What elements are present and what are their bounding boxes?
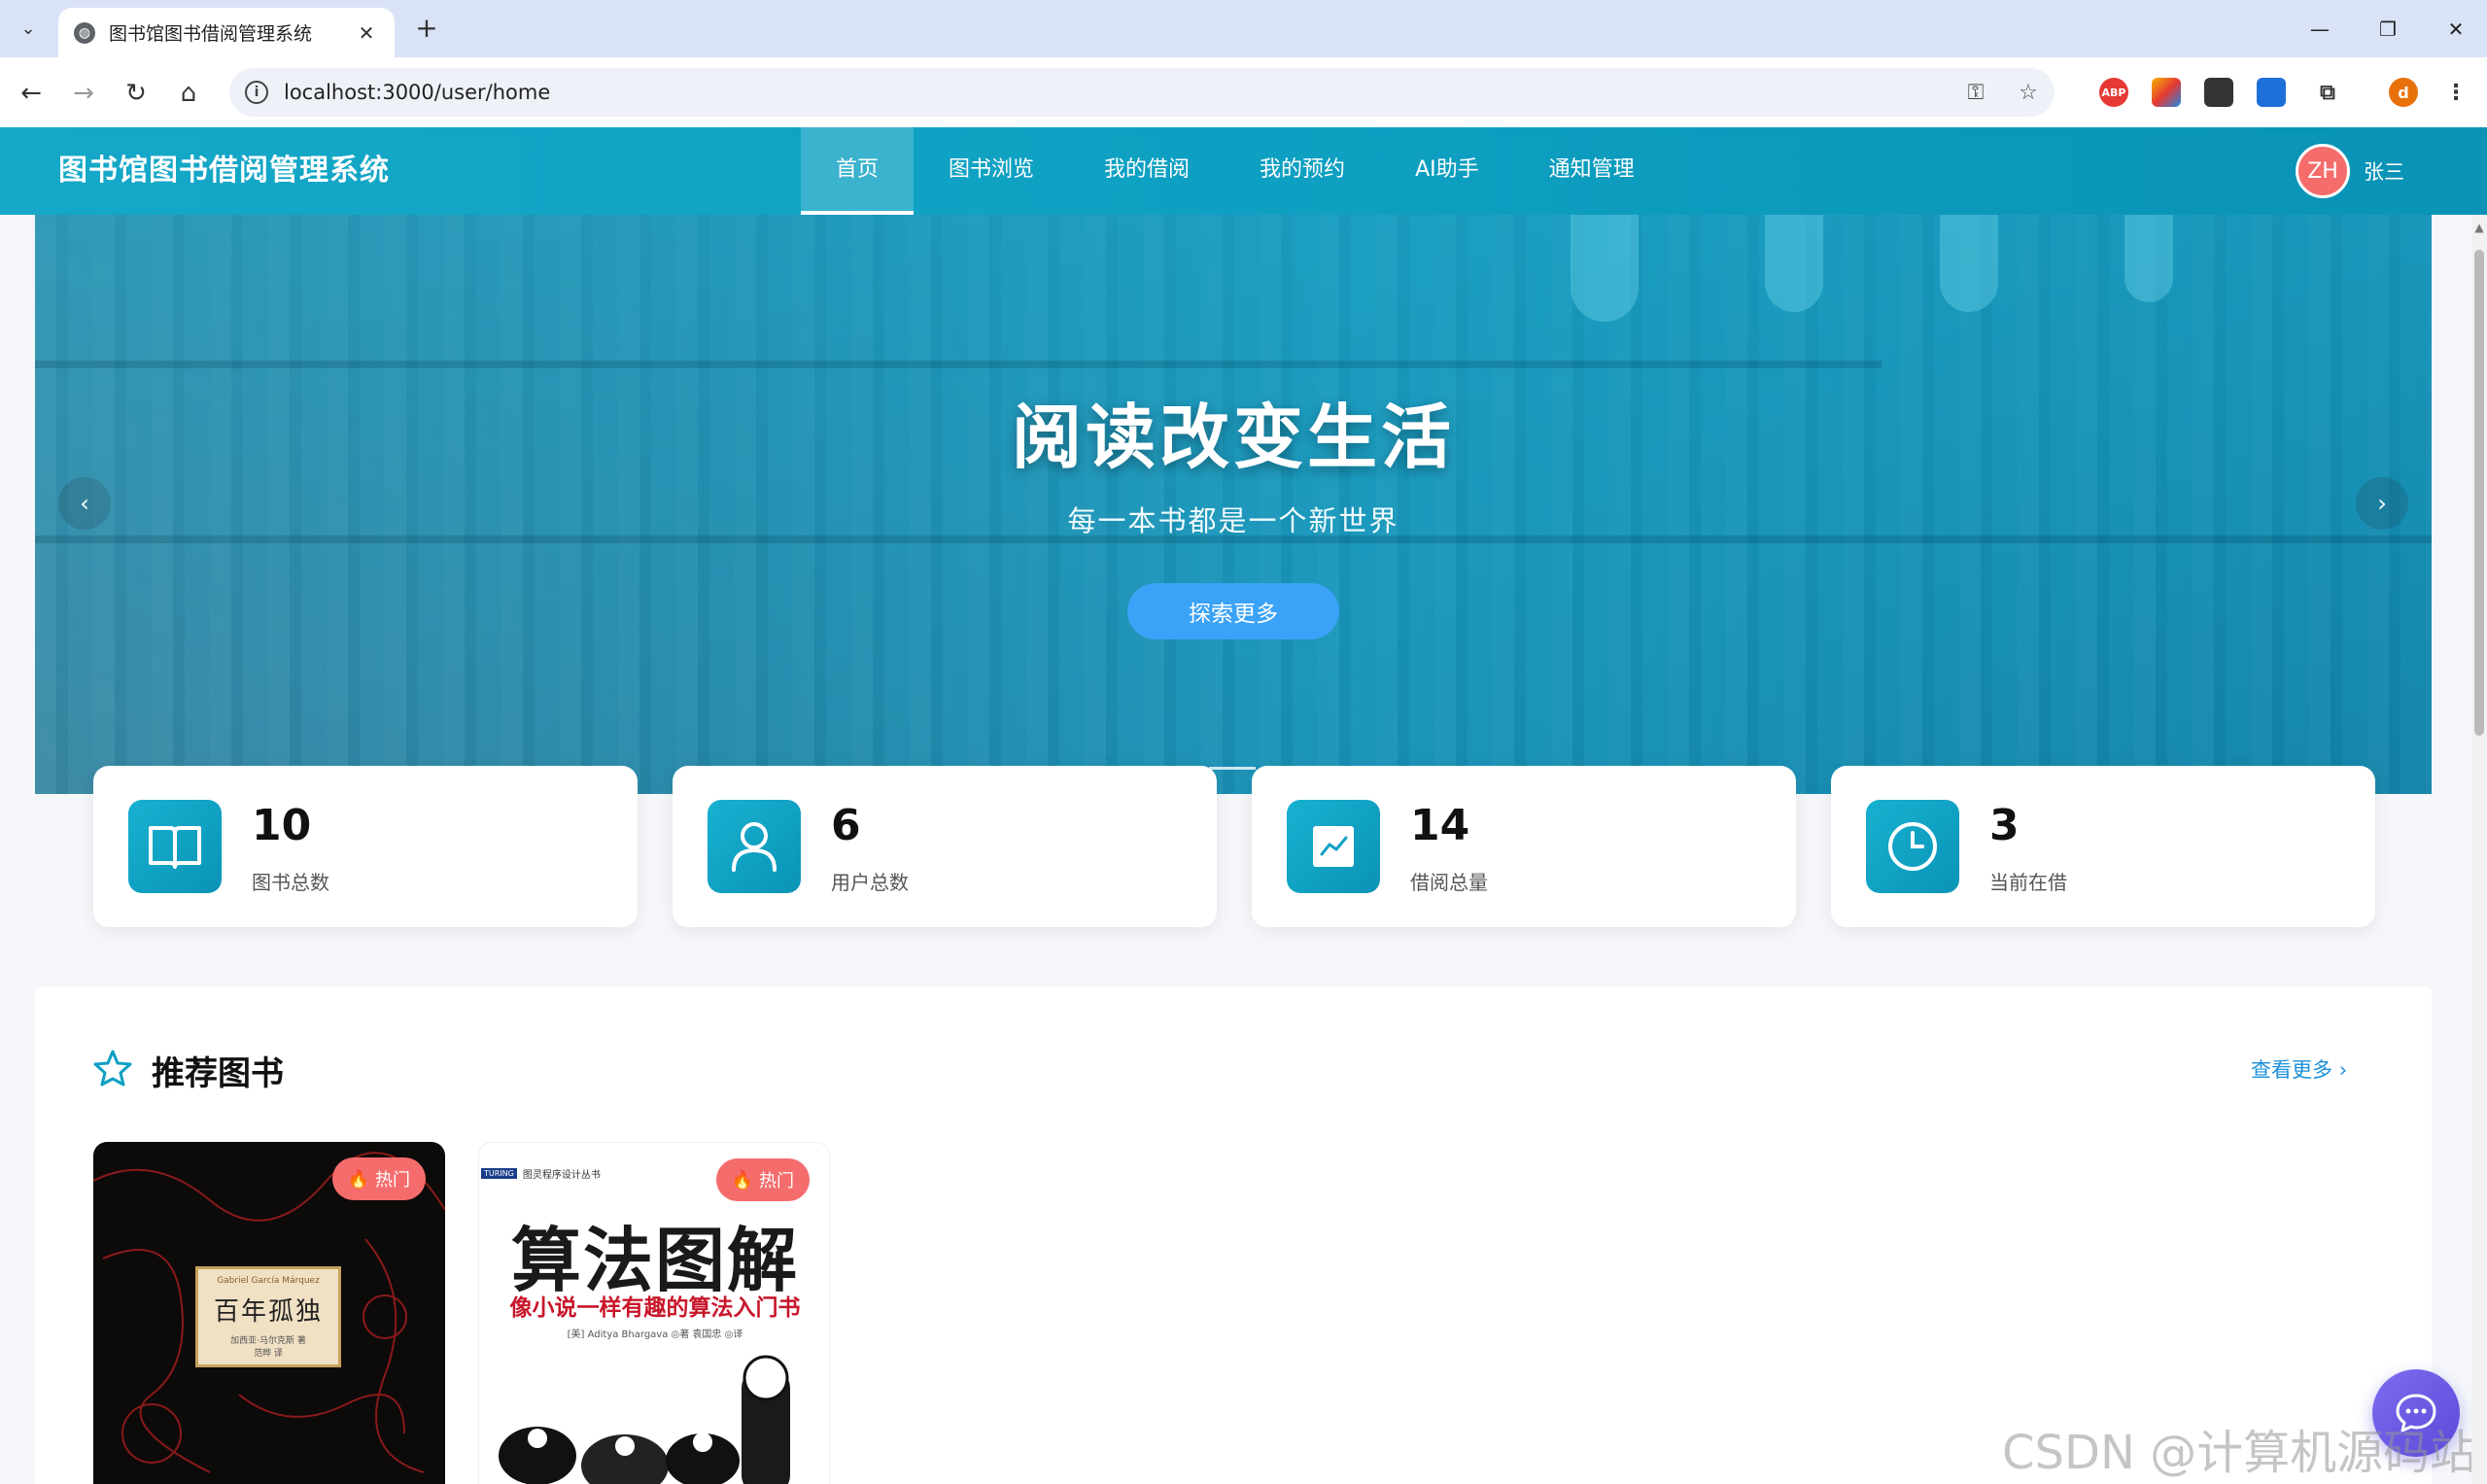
nav-book-browse[interactable]: 图书浏览 bbox=[914, 127, 1069, 215]
hero-carousel: 阅读改变生活 每一本书都是一个新世界 探索更多 ‹ › bbox=[35, 215, 2432, 794]
avatar[interactable]: ZH bbox=[2296, 144, 2350, 198]
chevron-right-icon: › bbox=[2338, 1058, 2348, 1082]
stat-label: 用户总数 bbox=[831, 871, 909, 894]
new-tab-button[interactable]: + bbox=[412, 14, 441, 43]
view-more-link[interactable]: 查看更多 › bbox=[2251, 1054, 2347, 1084]
lamp-decoration bbox=[1940, 215, 1998, 312]
cover-title: 百年孤独 bbox=[213, 1296, 323, 1327]
cover-translator: 范晔 译 bbox=[254, 1348, 283, 1359]
app-header: 图书馆图书借阅管理系统 首页 图书浏览 我的借阅 我的预约 AI助手 通知管理 … bbox=[0, 127, 2487, 215]
extensions-puzzle-icon[interactable]: ⧉ bbox=[2313, 78, 2342, 107]
window-close-icon[interactable]: ✕ bbox=[2430, 10, 2482, 49]
fire-icon: 🔥 bbox=[347, 1168, 369, 1190]
cover-author: [美] Aditya Bhargava ◎著 袁国忠 ◎译 bbox=[567, 1329, 743, 1340]
main-nav: 首页 图书浏览 我的借阅 我的预约 AI助手 通知管理 bbox=[801, 127, 1670, 215]
browser-tab[interactable]: ◍ 图书馆图书借阅管理系统 ✕ bbox=[58, 8, 395, 57]
chevron-right-icon[interactable]: › bbox=[2356, 477, 2408, 530]
browser-tabstrip: ⌄ ◍ 图书馆图书借阅管理系统 ✕ + — ❐ ✕ bbox=[0, 0, 2487, 57]
fire-icon: 🔥 bbox=[731, 1169, 753, 1191]
scroll-up-icon[interactable]: ▲ bbox=[2471, 221, 2487, 234]
stat-value: 10 bbox=[252, 801, 312, 850]
lamp-decoration bbox=[1765, 215, 1823, 312]
nav-my-borrows[interactable]: 我的借阅 bbox=[1069, 127, 1225, 215]
nav-my-reservations[interactable]: 我的预约 bbox=[1225, 127, 1380, 215]
username[interactable]: 张三 bbox=[2364, 156, 2404, 186]
page-scrollbar[interactable]: ▲ bbox=[2471, 215, 2487, 1484]
url-text[interactable]: localhost:3000/user/home bbox=[284, 81, 1950, 104]
book-card[interactable]: 🔥 热门 Gabriel García Márquez 百年孤独 加西亚·马尔克斯… bbox=[93, 1142, 445, 1484]
hot-badge: 🔥 热门 bbox=[331, 1157, 426, 1200]
explore-more-button[interactable]: 探索更多 bbox=[1127, 583, 1339, 639]
recommended-section: 推荐图书 查看更多 › 🔥 热门 Gabriel García Márquez 百… bbox=[35, 986, 2432, 1484]
user-icon bbox=[708, 800, 801, 893]
address-bar[interactable]: i localhost:3000/user/home ⚿ ☆ bbox=[229, 68, 2055, 117]
lamp-decoration bbox=[2124, 215, 2173, 302]
hot-label: 热门 bbox=[759, 1171, 794, 1191]
app-brand[interactable]: 图书馆图书借阅管理系统 bbox=[58, 127, 390, 215]
carousel-indicator[interactable] bbox=[1209, 767, 1256, 770]
minimize-icon[interactable]: — bbox=[2294, 10, 2346, 49]
stat-label: 当前在借 bbox=[1989, 871, 2067, 894]
restore-icon[interactable]: ❐ bbox=[2362, 10, 2414, 49]
cover-author: 加西亚·马尔克斯 著 bbox=[230, 1335, 306, 1346]
close-tab-icon[interactable]: ✕ bbox=[354, 21, 379, 45]
back-icon[interactable]: ← bbox=[14, 76, 49, 111]
globe-icon: ◍ bbox=[74, 21, 95, 44]
clock-icon bbox=[1866, 800, 1959, 893]
color-extension-icon[interactable] bbox=[2152, 78, 2181, 107]
adblock-extension-icon[interactable]: ABP bbox=[2099, 78, 2128, 107]
stat-card-borrows: 14 借阅总量 bbox=[1252, 766, 1796, 927]
stat-value: 6 bbox=[831, 801, 861, 850]
reload-icon[interactable]: ↻ bbox=[119, 76, 154, 111]
tab-search-button[interactable]: ⌄ bbox=[14, 14, 43, 43]
stat-label: 图书总数 bbox=[252, 871, 329, 894]
series-badge: TURING bbox=[481, 1168, 517, 1179]
book-icon bbox=[128, 800, 222, 893]
browser-menu-icon[interactable]: ⋮ bbox=[2441, 78, 2470, 107]
star-icon bbox=[93, 1050, 132, 1087]
stat-value: 14 bbox=[1410, 801, 1470, 850]
trend-chart-icon bbox=[1287, 800, 1380, 893]
stat-card-current: 3 当前在借 bbox=[1831, 766, 2375, 927]
nav-home[interactable]: 首页 bbox=[801, 127, 915, 215]
banner-subtitle: 每一本书都是一个新世界 bbox=[1067, 504, 1399, 537]
cover-series: TURING 图灵程序设计丛书 bbox=[481, 1166, 601, 1181]
view-more-label: 查看更多 bbox=[2251, 1058, 2332, 1082]
chevron-left-icon[interactable]: ‹ bbox=[58, 477, 111, 530]
cover-author-en: Gabriel García Márquez bbox=[217, 1275, 320, 1286]
series-name: 图灵程序设计丛书 bbox=[522, 1170, 601, 1181]
watermark: CSDN @计算机源码站 bbox=[2002, 1426, 2477, 1480]
section-title: 推荐图书 bbox=[152, 1054, 284, 1093]
nav-notifications[interactable]: 通知管理 bbox=[1514, 127, 1670, 215]
tab-title: 图书馆图书借阅管理系统 bbox=[109, 23, 313, 45]
key-icon[interactable]: ⚿ bbox=[1950, 81, 2002, 105]
stat-card-users: 6 用户总数 bbox=[673, 766, 1217, 927]
banner-title: 阅读改变生活 bbox=[1011, 397, 1455, 478]
shelf-decoration bbox=[35, 361, 1882, 368]
translate-extension-icon[interactable] bbox=[2257, 78, 2286, 107]
lamp-decoration bbox=[1571, 215, 1639, 322]
site-info-icon[interactable]: i bbox=[245, 81, 268, 104]
dark-extension-icon[interactable] bbox=[2204, 78, 2233, 107]
cover-subtitle: 像小说一样有趣的算法入门书 bbox=[509, 1295, 801, 1321]
nav-ai-assistant[interactable]: AI助手 bbox=[1380, 127, 1514, 215]
stat-card-books: 10 图书总数 bbox=[93, 766, 638, 927]
cover-title-plate: Gabriel García Márquez 百年孤独 加西亚·马尔克斯 著 范… bbox=[195, 1266, 341, 1367]
scroll-thumb[interactable] bbox=[2474, 250, 2484, 736]
hot-label: 热门 bbox=[375, 1170, 410, 1191]
profile-avatar[interactable]: d bbox=[2389, 78, 2418, 107]
user-menu[interactable]: ZH 张三 bbox=[2296, 144, 2404, 198]
stat-value: 3 bbox=[1989, 801, 2020, 850]
browser-toolbar: ← → ↻ ⌂ i localhost:3000/user/home ⚿ ☆ A… bbox=[0, 57, 2487, 127]
hot-badge: 🔥 热门 bbox=[715, 1158, 810, 1201]
stat-label: 借阅总量 bbox=[1410, 871, 1488, 894]
bookmark-star-icon[interactable]: ☆ bbox=[2002, 81, 2055, 105]
home-icon[interactable]: ⌂ bbox=[171, 76, 206, 111]
forward-icon[interactable]: → bbox=[66, 76, 101, 111]
book-card[interactable]: TURING 图灵程序设计丛书 🔥 热门 算法图解 像小说一样有趣的算法入门书 [… bbox=[478, 1142, 830, 1484]
cover-illustration bbox=[499, 1355, 790, 1484]
